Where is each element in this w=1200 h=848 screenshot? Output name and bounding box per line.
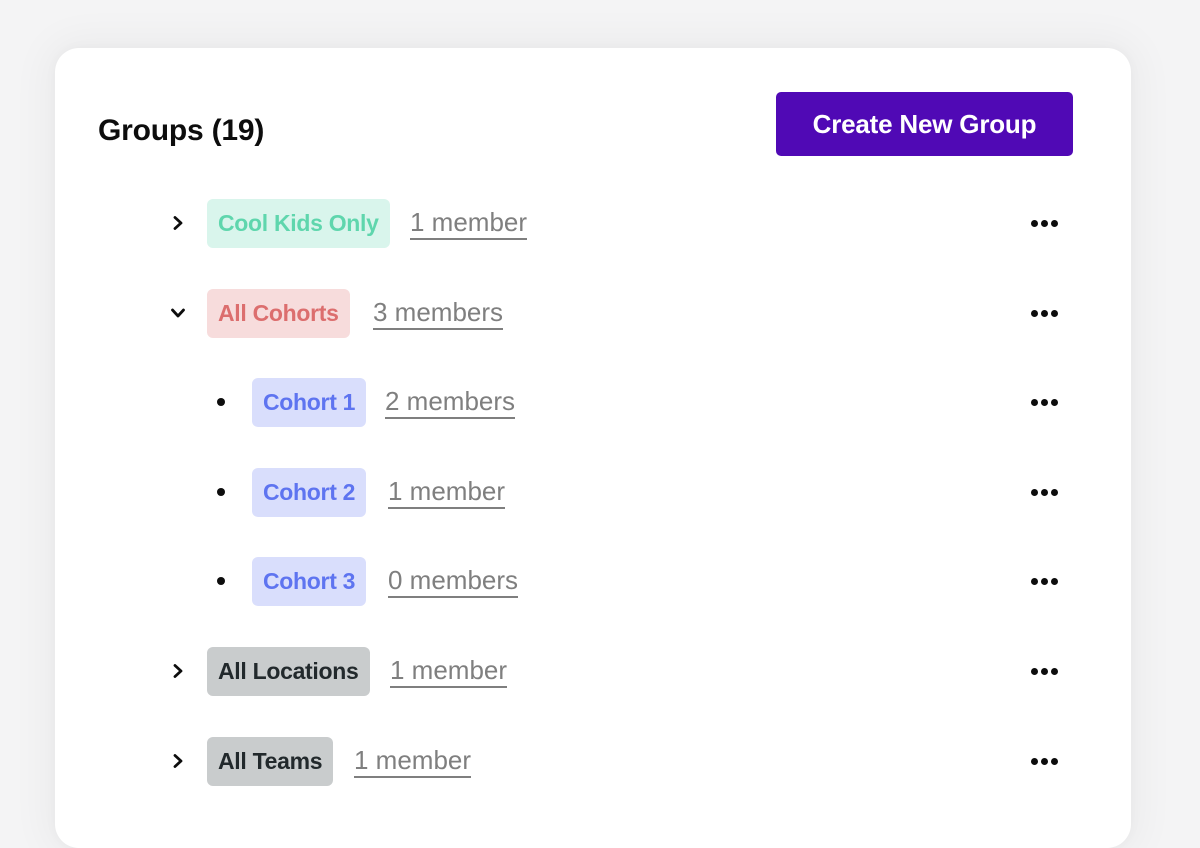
group-row: All Cohorts 3 members [55, 288, 1131, 338]
ellipsis-icon-dot [1050, 667, 1058, 675]
member-count-link[interactable]: 1 member [354, 745, 472, 778]
ellipsis-icon-dot [1040, 309, 1048, 317]
more-options-button[interactable] [1027, 748, 1061, 774]
ellipsis-icon-dot [1030, 667, 1038, 675]
ellipsis-icon-dot [1040, 577, 1048, 585]
ellipsis-icon-dot [1040, 488, 1048, 496]
bullet-icon [217, 577, 225, 585]
group-badge[interactable]: Cohort 1 [252, 377, 367, 427]
more-options-button[interactable] [1027, 658, 1061, 684]
group-row: All Locations 1 member [55, 646, 1131, 696]
member-count-link[interactable]: 0 members [388, 565, 519, 598]
chevron-down-icon [171, 308, 185, 318]
ellipsis-icon-dot [1050, 219, 1058, 227]
ellipsis-icon-dot [1040, 757, 1048, 765]
more-options-button[interactable] [1027, 300, 1061, 326]
group-badge[interactable]: Cohort 3 [252, 556, 367, 606]
ellipsis-icon-dot [1050, 488, 1058, 496]
group-row: Cohort 1 2 members [55, 377, 1131, 427]
ellipsis-icon-dot [1030, 757, 1038, 765]
group-row: Cohort 3 0 members [55, 556, 1131, 606]
group-row: All Teams 1 member [55, 736, 1131, 786]
ellipsis-icon-dot [1050, 309, 1058, 317]
group-badge[interactable]: Cohort 2 [252, 467, 367, 517]
group-row: Cool Kids Only 1 member [55, 198, 1131, 248]
member-count-link[interactable]: 1 member [388, 476, 506, 509]
ellipsis-icon-dot [1040, 398, 1048, 406]
member-count-link[interactable]: 1 member [390, 655, 508, 688]
group-badge[interactable]: All Teams [207, 736, 334, 786]
chevron-right-icon [173, 754, 183, 768]
group-row: Cohort 2 1 member [55, 467, 1131, 517]
ellipsis-icon-dot [1030, 577, 1038, 585]
member-count-link[interactable]: 2 members [385, 386, 516, 419]
member-count-link[interactable]: 3 members [373, 297, 504, 330]
member-count-link[interactable]: 1 member [410, 207, 528, 240]
expand-toggle[interactable] [165, 210, 191, 236]
group-badge[interactable]: All Cohorts [207, 288, 350, 338]
ellipsis-icon-dot [1030, 488, 1038, 496]
ellipsis-icon-dot [1050, 398, 1058, 406]
ellipsis-icon-dot [1050, 577, 1058, 585]
bullet-icon [217, 398, 225, 406]
collapse-toggle[interactable] [165, 300, 191, 326]
expand-toggle[interactable] [165, 658, 191, 684]
ellipsis-icon-dot [1030, 309, 1038, 317]
ellipsis-icon-dot [1030, 398, 1038, 406]
group-badge[interactable]: All Locations [207, 646, 370, 696]
group-badge[interactable]: Cool Kids Only [207, 198, 390, 248]
chevron-right-icon [173, 216, 183, 230]
page-title: Groups (19) [98, 114, 265, 147]
more-options-button[interactable] [1027, 479, 1061, 505]
ellipsis-icon-dot [1030, 219, 1038, 227]
chevron-right-icon [173, 664, 183, 678]
more-options-button[interactable] [1027, 210, 1061, 236]
ellipsis-icon-dot [1040, 667, 1048, 675]
create-new-group-button[interactable]: Create New Group [776, 92, 1073, 156]
groups-card: Groups (19) Create New Group Cool Kids O… [55, 48, 1131, 848]
ellipsis-icon-dot [1040, 219, 1048, 227]
bullet-icon [217, 488, 225, 496]
ellipsis-icon-dot [1050, 757, 1058, 765]
more-options-button[interactable] [1027, 389, 1061, 415]
expand-toggle[interactable] [165, 748, 191, 774]
more-options-button[interactable] [1027, 568, 1061, 594]
